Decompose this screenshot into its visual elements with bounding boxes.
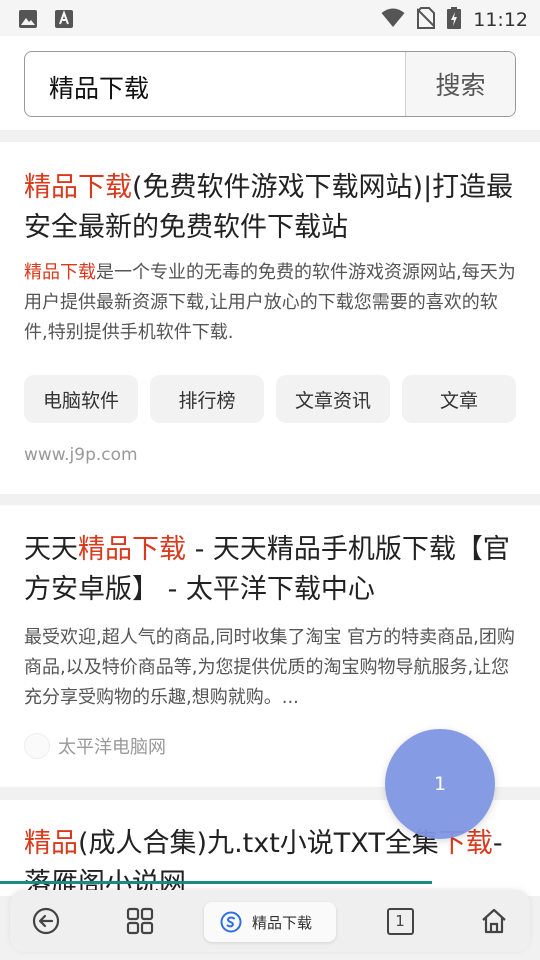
result-card: 精品下载(免费软件游戏下载网站)|打造最安全最新的免费软件下载站 精品下载是一个… xyxy=(0,142,540,494)
result-title-highlight: 精品 xyxy=(24,828,78,859)
bottom-toolbar: 精品下载 1 xyxy=(10,890,530,952)
no-sim-icon xyxy=(416,7,436,33)
font-download-icon xyxy=(54,9,74,33)
tab-count-icon: 1 xyxy=(386,907,414,935)
source-name: 太平洋电脑网 xyxy=(58,737,166,758)
result-title-prefix: 天天 xyxy=(24,534,78,565)
search-button[interactable]: 搜索 xyxy=(405,52,515,116)
result-title-highlight: 精品下载 xyxy=(78,534,186,565)
result-url: www.j9p.com xyxy=(24,445,138,465)
result-description: 精品下载是一个专业的无毒的免费的软件游戏资源网站,每天为用户提供最新资源下载,让… xyxy=(24,258,518,348)
home-button[interactable] xyxy=(476,903,512,939)
search-engine-logo-icon xyxy=(220,911,242,933)
search-input[interactable]: 精品下载 xyxy=(49,69,149,105)
back-circle-icon xyxy=(32,907,60,935)
back-button[interactable] xyxy=(28,903,64,939)
grid-icon xyxy=(126,907,154,935)
current-tab-label: 精品下载 xyxy=(252,913,313,932)
clock: 11:12 xyxy=(473,9,528,31)
battery-charging-icon xyxy=(447,7,462,33)
site-favicon-icon xyxy=(24,733,50,759)
result-description: 最受欢迎,超人气的商品,同时收集了淘宝 官方的特卖商品,团购商品,以及特价商品等… xyxy=(24,627,515,708)
current-tab-pill[interactable]: 精品下载 xyxy=(204,902,336,942)
result-source: 太平洋电脑网 xyxy=(24,733,166,759)
home-icon xyxy=(482,908,506,934)
apps-button[interactable] xyxy=(122,903,158,939)
sitelink-chip[interactable]: 文章资讯 xyxy=(276,375,390,423)
page-load-progress xyxy=(0,881,432,884)
search-box: 精品下载 搜索 xyxy=(24,51,516,117)
result-title[interactable]: 精品下载(免费软件游戏下载网站)|打造最安全最新的免费软件下载站 xyxy=(24,168,518,248)
result-title-text: (成人合集)九.txt小说TXT全集 xyxy=(78,828,439,859)
wifi-icon xyxy=(381,8,405,32)
result-title[interactable]: 天天精品下载 - 天天精品手机版下载【官方安卓版】 - 太平洋下载中心 xyxy=(24,530,518,610)
result-description-highlight: 精品下载 xyxy=(24,262,96,283)
floating-bubble-button[interactable]: 1 xyxy=(385,729,495,839)
sitelinks: 电脑软件 排行榜 文章资讯 文章 xyxy=(24,375,516,423)
tab-count: 1 xyxy=(395,912,405,930)
tabs-button[interactable]: 1 xyxy=(382,903,418,939)
image-icon xyxy=(18,9,38,33)
status-bar: 11:12 xyxy=(0,0,540,36)
sitelink-chip[interactable]: 电脑软件 xyxy=(24,375,138,423)
result-description-text: 是一个专业的无毒的免费的软件游戏资源网站,每天为用户提供最新资源下载,让用户放心… xyxy=(24,262,516,343)
sitelink-chip[interactable]: 文章 xyxy=(402,375,516,423)
result-title-highlight: 精品下载 xyxy=(24,172,132,203)
search-bar: 精品下载 搜索 xyxy=(0,36,540,130)
sitelink-chip[interactable]: 排行榜 xyxy=(150,375,264,423)
